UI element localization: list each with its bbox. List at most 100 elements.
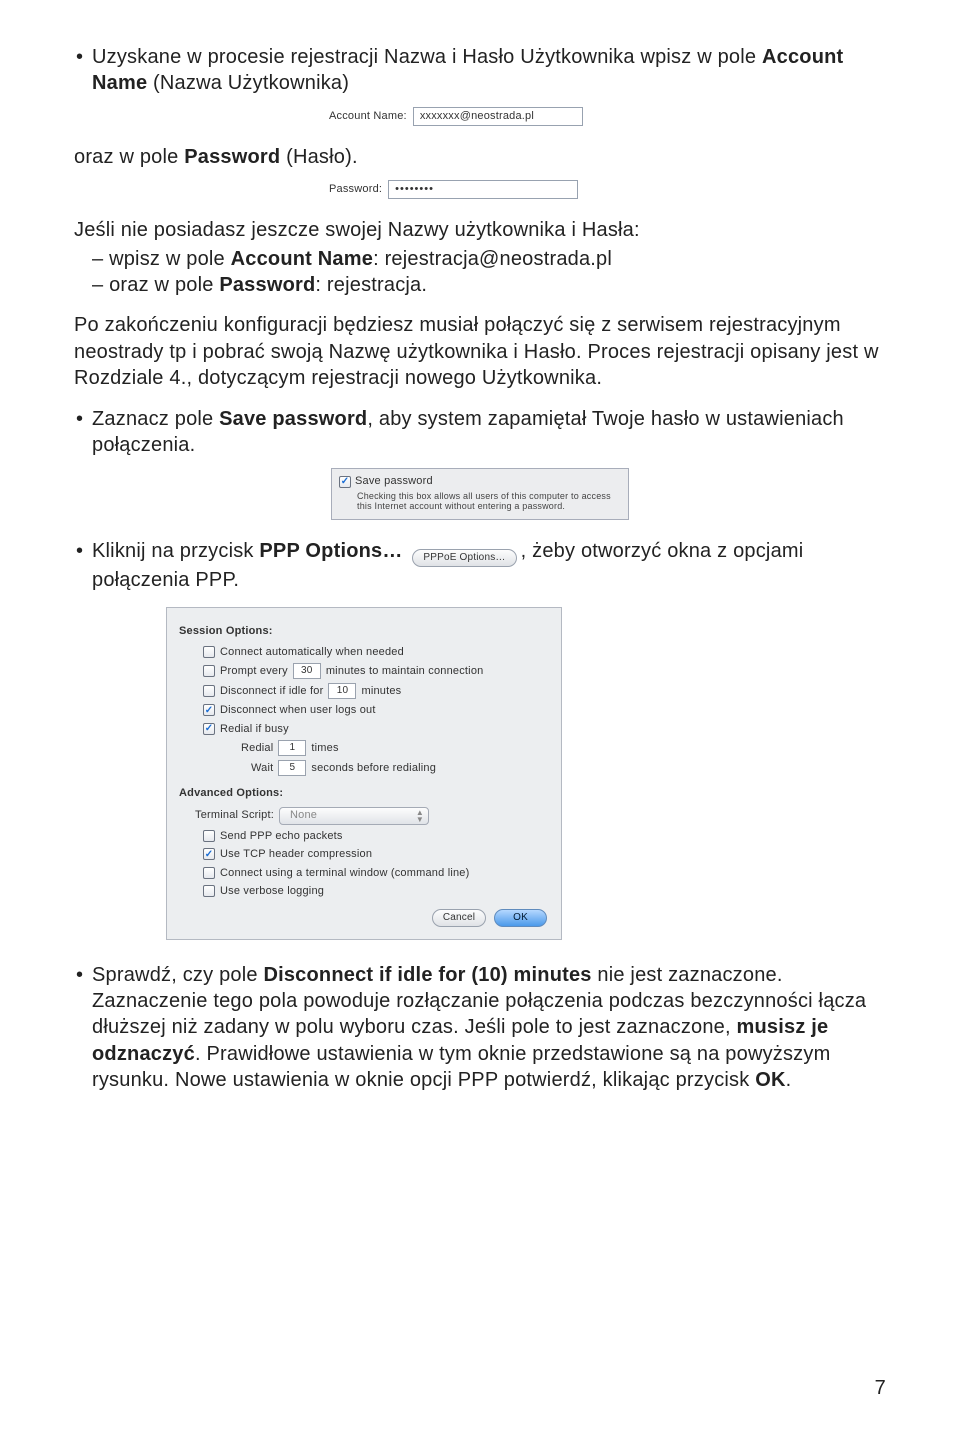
- bullet-text: Zaznacz pole Save password, aby system z…: [92, 406, 886, 459]
- bullet-text: Uzyskane w procesie rejestracji Nazwa i …: [92, 44, 886, 97]
- option-label: Use verbose logging: [220, 884, 324, 899]
- terminal-script-select[interactable]: None ▲▼: [279, 807, 429, 825]
- text: – oraz w pole: [92, 274, 219, 296]
- bullet-dot: •: [74, 406, 92, 459]
- bullet-dot: •: [74, 962, 92, 1094]
- screenshot-session-options-panel: Session Options: ✓ Connect automatically…: [166, 607, 886, 940]
- panel-button-row: Cancel OK: [177, 909, 551, 927]
- text: Uzyskane w procesie rejestracji Nazwa i …: [92, 46, 762, 68]
- checkbox-icon[interactable]: ✓: [203, 723, 215, 735]
- text: (Nazwa Użytkownika): [147, 72, 349, 94]
- bullet-account-name: • Uzyskane w procesie rejestracji Nazwa …: [74, 44, 886, 97]
- bullet-save-password: • Zaznacz pole Save password, aby system…: [74, 406, 886, 459]
- option-label: minutes: [361, 684, 401, 699]
- bullet-ppp-options: • Kliknij na przycisk PPP Options… PPPoE…: [74, 538, 886, 593]
- select-value: None: [290, 808, 317, 823]
- field-label: Password:: [329, 182, 382, 197]
- text: : rejestracja.: [315, 274, 427, 296]
- text: Sprawdź, czy pole: [92, 964, 263, 986]
- dash-item-2: – oraz w pole Password: rejestracja.: [74, 272, 886, 298]
- bullet-dot: •: [74, 44, 92, 97]
- save-password-box: ✓ Save password Checking this box allows…: [331, 468, 629, 520]
- cancel-button[interactable]: Cancel: [432, 909, 486, 927]
- checkbox-label: Save password: [355, 474, 433, 489]
- screenshot-save-password: ✓ Save password Checking this box allows…: [74, 468, 886, 520]
- save-password-checkbox-row: ✓ Save password: [339, 474, 621, 489]
- option-label: minutes to maintain connection: [326, 664, 484, 679]
- option-label: Send PPP echo packets: [220, 829, 343, 844]
- option-redial-busy: ✓ Redial if busy: [177, 722, 551, 737]
- option-connect-terminal: ✓ Connect using a terminal window (comma…: [177, 866, 551, 881]
- paragraph-no-credentials: Jeśli nie posiadasz jeszcze swojej Nazwy…: [74, 217, 886, 243]
- checkbox-icon[interactable]: ✓: [203, 685, 215, 697]
- option-verbose-logging: ✓ Use verbose logging: [177, 884, 551, 899]
- field-input[interactable]: ••••••••: [388, 180, 578, 199]
- field-label: Account Name:: [329, 109, 407, 124]
- text-bold: Disconnect if idle for (10) minutes: [263, 964, 591, 986]
- option-tcp-header: ✓ Use TCP header compression: [177, 847, 551, 862]
- text-bold: Password: [184, 146, 280, 168]
- text: Kliknij na przycisk: [92, 540, 259, 562]
- option-label: Prompt every: [220, 664, 288, 679]
- page-number: 7: [875, 1375, 886, 1401]
- text: – wpisz w pole: [92, 248, 231, 270]
- option-prompt-every: ✓ Prompt every 30 minutes to maintain co…: [177, 663, 551, 679]
- prompt-minutes-input[interactable]: 30: [293, 663, 321, 679]
- redial-times-input[interactable]: 1: [278, 740, 306, 756]
- text: . Prawidłowe ustawienia w tym oknie prze…: [92, 1043, 830, 1091]
- text: : rejestracja@neostrada.pl: [373, 248, 612, 270]
- option-label: Use TCP header compression: [220, 847, 372, 862]
- option-disconnect-logout: ✓ Disconnect when user logs out: [177, 703, 551, 718]
- bullet-text: Kliknij na przycisk PPP Options… PPPoE O…: [92, 538, 886, 593]
- macfield-account-name: Account Name: xxxxxxx@neostrada.pl: [329, 107, 583, 126]
- screenshot-password-field: Password: ••••••••: [329, 180, 886, 199]
- advanced-options-header: Advanced Options:: [179, 786, 551, 801]
- option-label: Terminal Script:: [195, 808, 274, 823]
- text: (Hasło).: [280, 146, 357, 168]
- checkbox-icon[interactable]: ✓: [339, 476, 351, 488]
- text: Zaznacz pole: [92, 408, 219, 430]
- checkbox-icon[interactable]: ✓: [203, 646, 215, 658]
- bullet-text: Sprawdź, czy pole Disconnect if idle for…: [92, 962, 886, 1094]
- option-label: Connect automatically when needed: [220, 645, 404, 660]
- text: Jeśli nie posiadasz jeszcze swojej Nazwy…: [74, 219, 640, 241]
- dash-item-1: – wpisz w pole Account Name: rejestracja…: [74, 246, 886, 272]
- option-terminal-script: Terminal Script: None ▲▼: [177, 807, 551, 825]
- save-password-description: Checking this box allows all users of th…: [339, 491, 621, 512]
- option-connect-auto: ✓ Connect automatically when needed: [177, 645, 551, 660]
- wait-seconds-input[interactable]: 5: [278, 760, 306, 776]
- bullet-dot: •: [74, 538, 92, 593]
- field-input[interactable]: xxxxxxx@neostrada.pl: [413, 107, 583, 126]
- option-label: Disconnect when user logs out: [220, 703, 376, 718]
- text-bold: OK: [755, 1069, 785, 1091]
- paragraph-after-config: Po zakończeniu konfiguracji będziesz mus…: [74, 312, 886, 391]
- option-label: times: [311, 741, 338, 756]
- checkbox-icon[interactable]: ✓: [203, 665, 215, 677]
- checkbox-icon[interactable]: ✓: [203, 830, 215, 842]
- text-bold: PPP Options…: [259, 540, 402, 562]
- text-bold: Password: [219, 274, 315, 296]
- paragraph-password-intro: oraz w pole Password (Hasło).: [74, 144, 886, 170]
- chevron-updown-icon: ▲▼: [416, 809, 424, 823]
- checkbox-icon[interactable]: ✓: [203, 867, 215, 879]
- checkbox-icon[interactable]: ✓: [203, 885, 215, 897]
- inline-button-wrapper: PPPoE Options…: [412, 549, 516, 567]
- bullet-check-disconnect: • Sprawdź, czy pole Disconnect if idle f…: [74, 962, 886, 1094]
- ok-button[interactable]: OK: [494, 909, 547, 927]
- option-label: seconds before redialing: [311, 761, 436, 776]
- checkbox-icon[interactable]: ✓: [203, 704, 215, 716]
- text-bold: Account Name: [231, 248, 373, 270]
- session-options-header: Session Options:: [179, 624, 551, 639]
- text: .: [786, 1069, 792, 1091]
- pppoe-options-button[interactable]: PPPoE Options…: [412, 549, 516, 567]
- option-redial-times: Redial 1 times: [177, 740, 551, 756]
- idle-minutes-input[interactable]: 10: [328, 683, 356, 699]
- option-label: Disconnect if idle for: [220, 684, 323, 699]
- option-send-echo: ✓ Send PPP echo packets: [177, 829, 551, 844]
- option-label: Redial if busy: [220, 722, 289, 737]
- option-wait-seconds: Wait 5 seconds before redialing: [177, 760, 551, 776]
- text: oraz w pole: [74, 146, 184, 168]
- screenshot-account-name-field: Account Name: xxxxxxx@neostrada.pl: [329, 107, 886, 126]
- checkbox-icon[interactable]: ✓: [203, 848, 215, 860]
- option-label: Redial: [241, 741, 273, 756]
